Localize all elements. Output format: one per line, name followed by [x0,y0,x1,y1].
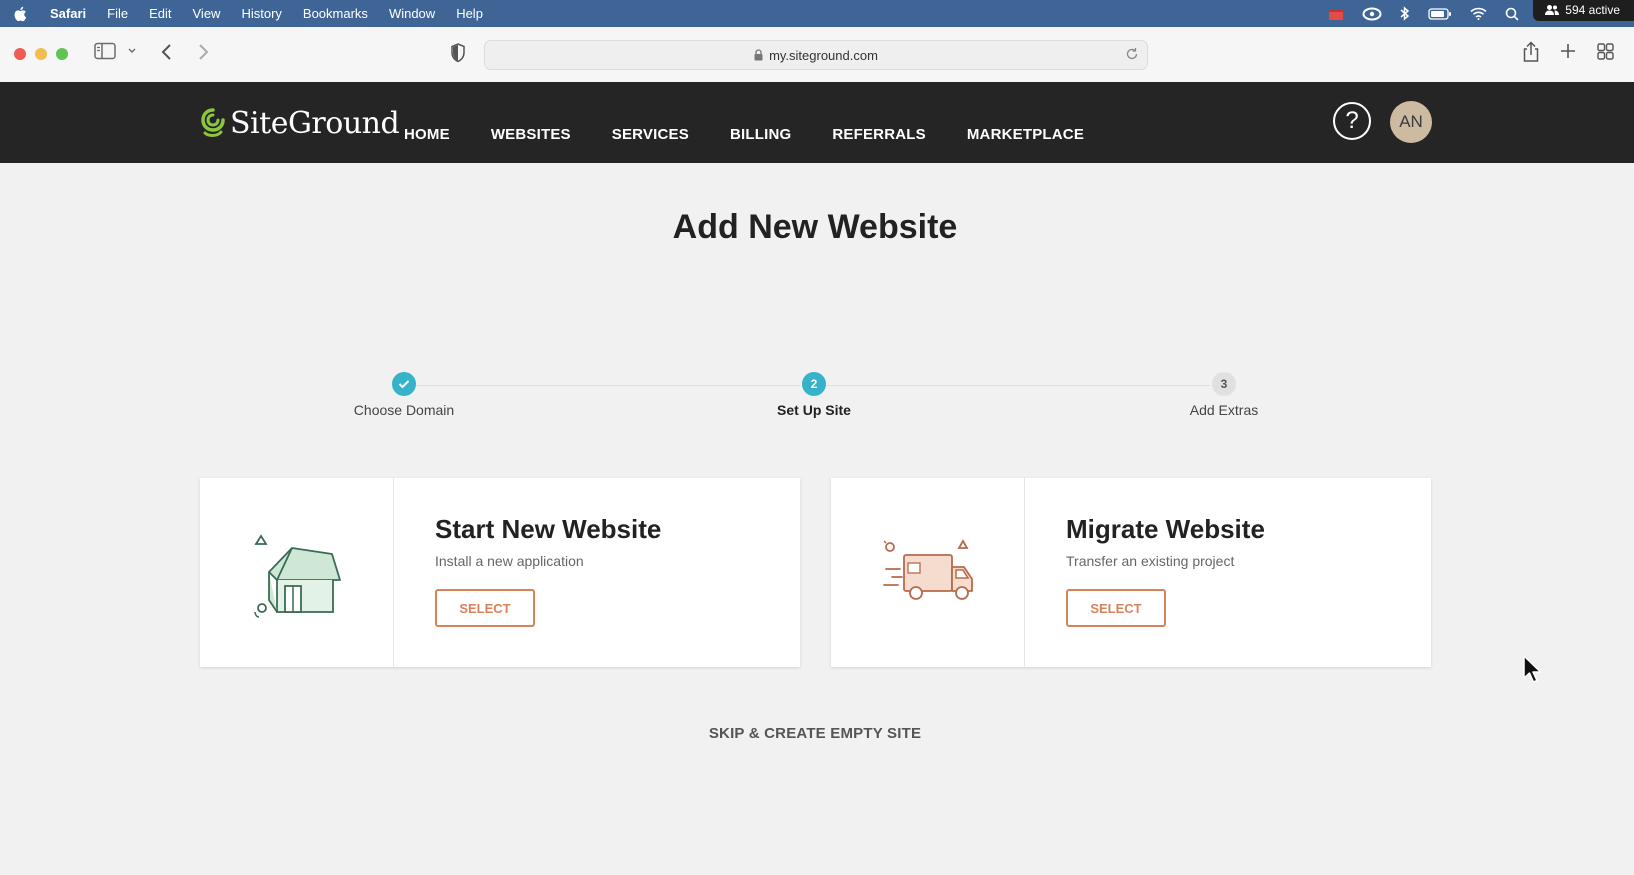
mouse-cursor-icon [1523,655,1542,683]
card-subtitle: Install a new application [435,553,584,569]
nav-services[interactable]: SERVICES [612,126,689,143]
menu-help[interactable]: Help [456,6,483,21]
step-label: Set Up Site [777,402,851,418]
step-set-up-site: 2 Set Up Site [714,372,914,418]
forward-arrow-icon[interactable] [196,42,210,62]
chevron-down-icon[interactable] [127,47,137,55]
card-body: Migrate Website Transfer an existing pro… [1025,478,1265,667]
menu-history[interactable]: History [241,6,281,21]
address-bar[interactable]: my.siteground.com [484,40,1148,70]
card-title: Migrate Website [1066,514,1265,544]
step-label: Add Extras [1189,402,1259,418]
apple-icon[interactable] [12,5,30,23]
browser-toolbar: my.siteground.com [0,27,1634,83]
creative-cloud-icon[interactable] [1362,7,1382,21]
share-icon[interactable] [1522,41,1540,63]
battery-icon[interactable] [1428,7,1452,20]
migrate-website-card[interactable]: Migrate Website Transfer an existing pro… [831,478,1431,667]
step-label: Choose Domain [353,402,455,418]
new-tab-icon[interactable] [1560,43,1576,59]
menu-view[interactable]: View [193,6,221,21]
window-controls [14,48,68,60]
menu-file[interactable]: File [107,6,128,21]
start-new-website-card[interactable]: Start New Website Install a new applicat… [200,478,800,667]
active-users-badge: 594 active [1533,0,1634,21]
nav-billing[interactable]: BILLING [730,126,791,143]
brand-name: SiteGround [230,106,400,141]
nav-home[interactable]: HOME [404,126,450,143]
card-illustration [831,478,1025,667]
page-title: Add New Website [672,208,958,246]
step-add-extras: 3 Add Extras [1124,372,1324,418]
help-button[interactable]: ? [1333,102,1371,140]
spotlight-icon[interactable] [1505,7,1519,21]
menu-edit[interactable]: Edit [149,6,171,21]
maximize-window-button[interactable] [56,48,68,60]
site-header: SiteGround HOME WEBSITES SERVICES BILLIN… [0,82,1634,163]
menu-window[interactable]: Window [389,6,435,21]
macos-menubar: Safari File Edit View History Bookmarks … [0,0,1634,27]
select-start-new-button[interactable]: SELECT [435,589,535,627]
checkmark-icon [392,372,416,396]
siteground-logo[interactable]: SiteGround [200,106,400,141]
reload-icon[interactable] [1125,47,1139,61]
select-migrate-button[interactable]: SELECT [1066,589,1166,627]
nav-websites[interactable]: WEBSITES [491,126,571,143]
wifi-icon[interactable] [1470,7,1487,20]
nav-referrals[interactable]: REFERRALS [832,126,925,143]
minimize-window-button[interactable] [35,48,47,60]
active-count: 594 active [1565,2,1620,17]
bluetooth-icon[interactable] [1400,6,1410,21]
sidebar-toggle-icon[interactable] [94,42,116,60]
user-group-icon [1545,4,1560,15]
main-nav: HOME WEBSITES SERVICES BILLING REFERRALS… [404,126,1125,143]
user-avatar[interactable]: AN [1390,101,1432,143]
tab-overview-icon[interactable] [1597,43,1614,60]
menu-bookmarks[interactable]: Bookmarks [303,6,368,21]
house-icon [253,533,341,618]
moving-truck-icon [882,538,973,600]
card-illustration [200,478,394,667]
url-text: my.siteground.com [769,47,878,63]
nav-marketplace[interactable]: MARKETPLACE [967,126,1084,143]
calendar-tray-icon[interactable] [1328,7,1344,21]
lock-icon [754,49,763,61]
skip-create-empty-site-link[interactable]: SKIP & CREATE EMPTY SITE [0,725,1630,742]
card-title: Start New Website [435,514,662,544]
close-window-button[interactable] [14,48,26,60]
back-arrow-icon[interactable] [160,42,174,62]
step-number: 3 [1212,372,1236,396]
menu-app-safari[interactable]: Safari [50,6,86,21]
card-body: Start New Website Install a new applicat… [394,478,661,667]
step-number: 2 [802,372,826,396]
step-choose-domain: Choose Domain [304,372,504,418]
menubar-tray: 594 active [1310,0,1634,27]
card-subtitle: Transfer an existing project [1066,553,1235,569]
privacy-shield-icon[interactable] [450,43,466,63]
siteground-logo-icon [201,107,225,137]
progress-stepper: Choose Domain 2 Set Up Site 3 Add Extras [0,372,1634,432]
